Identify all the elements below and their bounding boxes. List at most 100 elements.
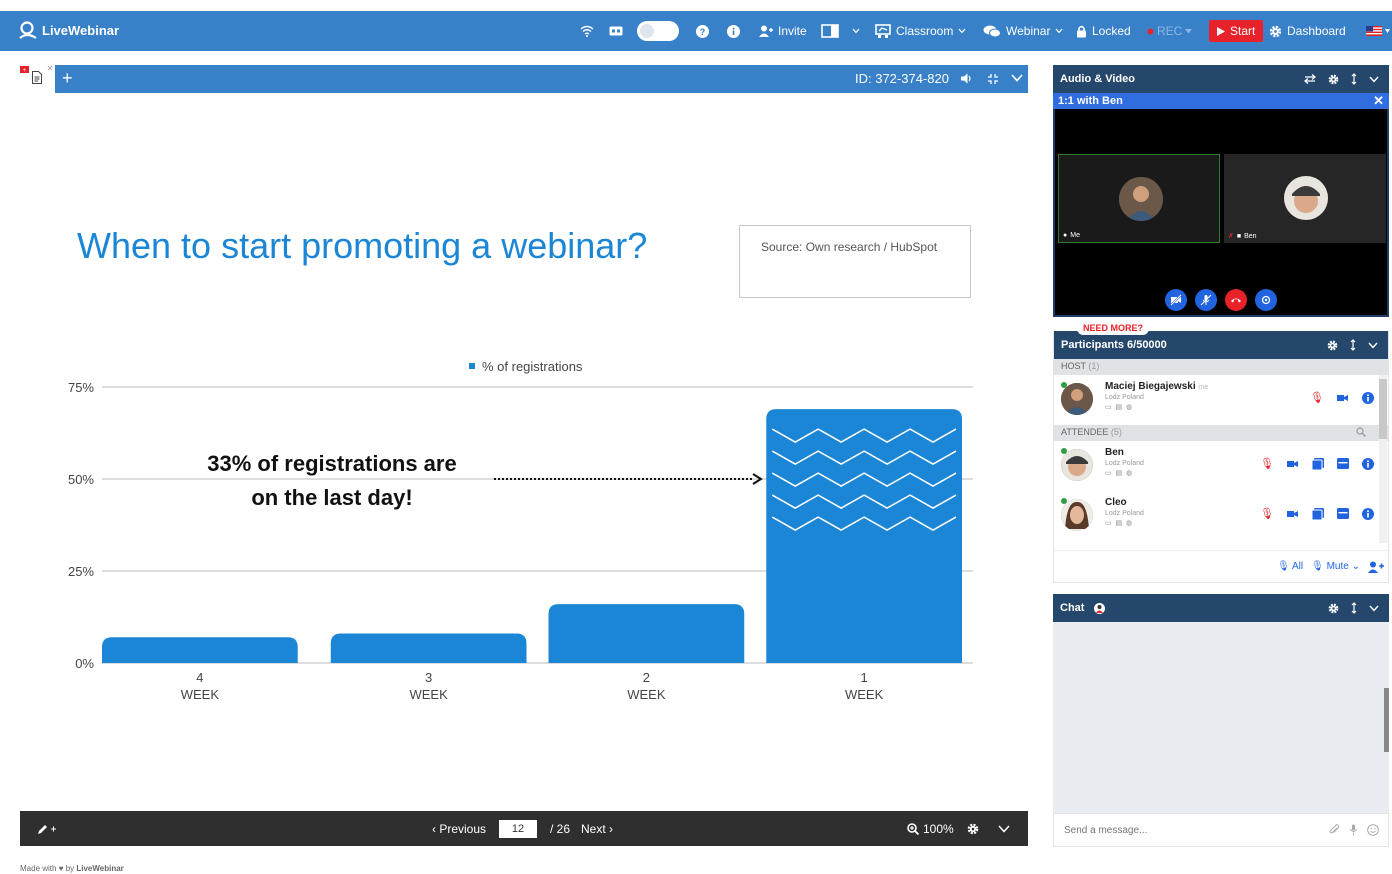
whiteboard-icon[interactable] — [1337, 508, 1349, 519]
unmute-all-button[interactable]: 🎙 All — [1277, 561, 1303, 572]
presenter-icon[interactable] — [1312, 507, 1324, 520]
gear-icon[interactable] — [1328, 603, 1339, 614]
video-tile-me[interactable]: ● Me — [1058, 154, 1220, 243]
camera-off-button[interactable] — [1165, 289, 1187, 311]
rec-button[interactable]: REC — [1147, 11, 1193, 51]
start-label: Start — [1230, 24, 1256, 38]
presenter-icon[interactable] — [1312, 457, 1324, 470]
search-icon[interactable] — [1356, 427, 1366, 437]
slide-canvas: When to start promoting a webinar? Sourc… — [20, 93, 1028, 811]
info-icon[interactable] — [727, 11, 740, 51]
participants-scrollbar[interactable] — [1379, 375, 1387, 543]
chevron-down-icon[interactable] — [1368, 342, 1378, 349]
add-tab-button[interactable]: + — [62, 69, 73, 87]
legend-label: % of registrations — [482, 359, 583, 374]
online-status-dot — [1061, 498, 1067, 504]
chevron-down-icon[interactable] — [1011, 74, 1023, 82]
document-tab[interactable]: + — [20, 65, 55, 93]
chat-scrollbar[interactable] — [1384, 688, 1389, 752]
swap-icon[interactable] — [1304, 74, 1316, 84]
online-status-dot — [1061, 448, 1067, 454]
gear-icon[interactable] — [967, 811, 979, 846]
zoom-control[interactable]: 100% — [907, 811, 954, 846]
mic-off-button[interactable] — [1195, 289, 1217, 311]
close-tab-icon[interactable] — [47, 65, 53, 71]
chat-messages — [1053, 622, 1389, 807]
top-toolbar: LiveWebinar ? Invite Classroom Webinar L… — [0, 11, 1392, 51]
resize-vertical-icon[interactable] — [1350, 339, 1356, 351]
info-icon[interactable] — [1362, 391, 1374, 404]
video-tile-ben[interactable]: ✗ ■ Ben — [1224, 154, 1386, 243]
lock-icon — [1076, 25, 1087, 38]
add-user-icon — [759, 25, 773, 37]
participants-footer: 🎙 All 🎙 Mute ⌄ — [1054, 550, 1390, 582]
info-icon[interactable] — [1362, 457, 1374, 470]
y-tick-label: 25% — [68, 564, 94, 579]
help-icon[interactable]: ? — [696, 11, 709, 51]
attachment-icon[interactable] — [1329, 824, 1340, 836]
fullscreen-icon[interactable] — [988, 74, 998, 84]
gear-icon[interactable] — [1328, 74, 1339, 85]
camera-icon[interactable] — [1287, 460, 1299, 468]
language-selector[interactable] — [1366, 11, 1390, 51]
us-flag-icon — [1366, 26, 1382, 36]
avatar — [1061, 449, 1093, 481]
slide-navigation-bar: ‹ Previous / 26 Next › 100% — [20, 811, 1028, 846]
classroom-button[interactable]: Classroom — [875, 11, 966, 51]
rec-label: REC — [1157, 24, 1183, 38]
mic-muted-icon[interactable]: 🎙 — [1260, 457, 1274, 470]
online-status-dot — [1061, 382, 1067, 388]
webinar-button[interactable]: Webinar — [983, 11, 1063, 51]
participant-row[interactable]: Cleo Lodz Poland ▭ ▤ ◍ 🎙 — [1054, 491, 1388, 541]
resize-vertical-icon[interactable] — [1351, 602, 1357, 614]
lock-button[interactable]: Locked — [1076, 11, 1131, 51]
mute-all-button[interactable]: 🎙 Mute ⌄ — [1311, 561, 1360, 572]
mic-muted-icon: ✗ — [1228, 233, 1234, 240]
camera-icon[interactable] — [1337, 394, 1349, 402]
chevron-down-icon[interactable] — [1369, 76, 1379, 83]
chat-message-input[interactable] — [1064, 824, 1329, 836]
mode-toggle[interactable] — [637, 21, 679, 41]
hang-up-button[interactable] — [1225, 289, 1247, 311]
next-button[interactable]: Next › — [581, 811, 613, 846]
screen-share-button[interactable] — [1255, 289, 1277, 311]
add-participant-icon[interactable] — [1368, 561, 1384, 573]
footer-brand: LiveWebinar — [76, 864, 124, 873]
x-tick-unit: WEEK — [845, 687, 884, 702]
invite-button[interactable]: Invite — [759, 11, 807, 51]
microphone-icon[interactable] — [1349, 824, 1358, 836]
chat-title: Chat — [1060, 602, 1085, 614]
callout-line-1: 33% of registrations are — [207, 451, 456, 476]
need-more-badge[interactable]: NEED MORE? — [1077, 322, 1150, 335]
wifi-icon[interactable] — [580, 11, 594, 51]
whiteboard-icon[interactable] — [1337, 458, 1349, 469]
info-icon[interactable] — [1362, 507, 1374, 520]
close-icon[interactable]: ✕ — [1373, 93, 1384, 109]
annotate-pencil-icon[interactable] — [37, 811, 57, 846]
dashboard-button[interactable]: Dashboard — [1269, 11, 1346, 51]
page-number-input[interactable] — [499, 819, 537, 838]
volume-icon[interactable] — [961, 73, 973, 84]
captions-icon[interactable] — [609, 11, 623, 51]
emoji-icon[interactable] — [1367, 824, 1379, 836]
start-button[interactable]: Start — [1209, 20, 1264, 42]
classroom-icon — [875, 24, 891, 38]
classroom-label: Classroom — [896, 24, 954, 38]
caret-down-icon — [1385, 29, 1390, 33]
camera-icon: ■ — [1236, 232, 1242, 240]
previous-button[interactable]: ‹ Previous — [432, 811, 486, 846]
mic-muted-icon[interactable]: 🎙 — [1310, 391, 1324, 404]
gear-icon[interactable] — [1327, 340, 1338, 351]
participant-location: Lodz Poland — [1105, 510, 1144, 517]
chevron-down-icon[interactable] — [1369, 605, 1379, 612]
participant-row[interactable]: Ben Lodz Poland ▭ ▤ ◍ 🎙 — [1054, 441, 1388, 491]
video-label-ben: ✗ ■ Ben — [1228, 232, 1257, 241]
chevron-down-icon — [1055, 28, 1063, 34]
camera-icon[interactable] — [1287, 510, 1299, 518]
layout-icon — [821, 24, 839, 38]
resize-vertical-icon[interactable] — [1351, 73, 1357, 85]
chevron-down-icon[interactable] — [998, 811, 1010, 846]
participant-row[interactable]: Maciej Biegajewski me Lodz Poland ▭ ▤ ◍ … — [1054, 375, 1388, 425]
mic-muted-icon[interactable]: 🎙 — [1260, 507, 1274, 520]
layout-button[interactable] — [821, 11, 860, 51]
